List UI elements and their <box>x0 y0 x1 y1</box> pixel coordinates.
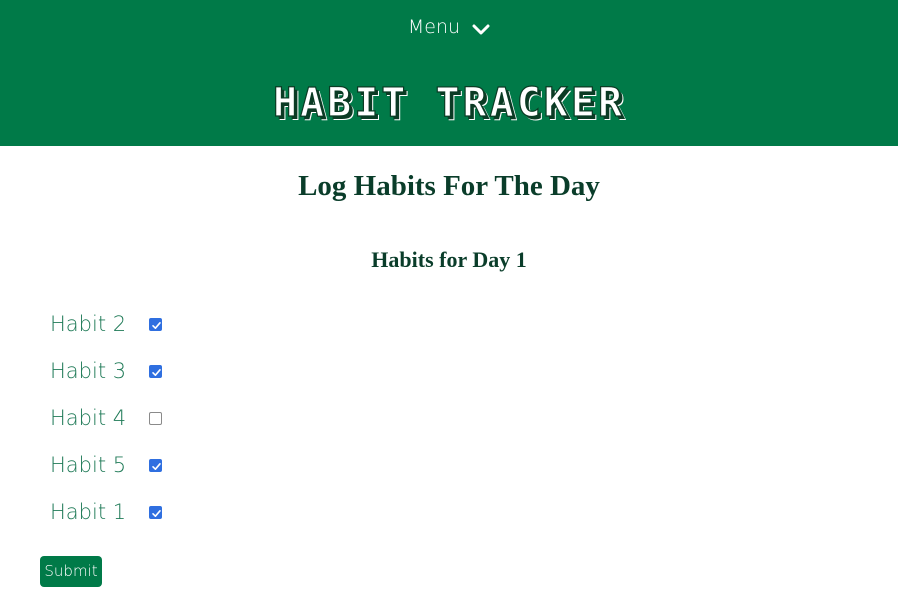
menu-toggle[interactable]: Menu <box>0 12 898 42</box>
habit-row: Habit 3 <box>50 356 250 386</box>
day-subtitle: Habits for Day 1 <box>371 247 527 272</box>
habit-label: Habit 4 <box>50 406 127 430</box>
checkmark-icon <box>152 463 161 470</box>
habit-checkbox[interactable] <box>149 365 162 378</box>
header-bar: Menu HABIT TRACKER <box>0 0 898 146</box>
page-title: Log Habits For The Day <box>298 170 600 202</box>
habit-row: Habit 5 <box>50 450 250 480</box>
habit-checkbox[interactable] <box>149 318 162 331</box>
checkmark-icon <box>152 510 161 517</box>
habit-row: Habit 4 <box>50 403 250 433</box>
habit-checkbox[interactable] <box>149 506 162 519</box>
habit-label: Habit 2 <box>50 312 127 336</box>
habit-row: Habit 1 <box>50 497 250 527</box>
habit-checkbox[interactable] <box>149 412 162 425</box>
checkmark-icon <box>152 369 161 376</box>
habit-label: Habit 3 <box>50 359 127 383</box>
habit-row: Habit 2 <box>50 309 250 339</box>
checkmark-icon <box>152 322 161 329</box>
habit-checkbox[interactable] <box>149 459 162 472</box>
submit-button[interactable]: Submit <box>40 556 102 587</box>
app-logo-title: HABIT TRACKER <box>272 79 626 126</box>
habit-label: Habit 5 <box>50 453 127 477</box>
menu-label: Menu <box>407 16 461 38</box>
chevron-down-icon <box>472 20 490 35</box>
habit-label: Habit 1 <box>50 500 127 524</box>
